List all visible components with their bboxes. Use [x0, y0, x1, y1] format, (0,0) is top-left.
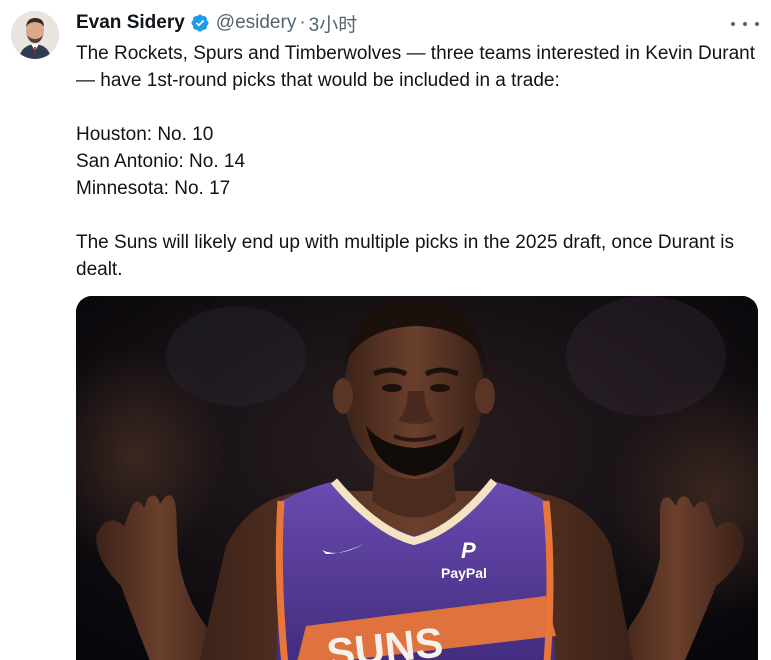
pick-minnesota: Minnesota: No. 17 [76, 178, 231, 199]
tweet-text-intro: The Rockets, Spurs and Timberwolves — th… [76, 43, 756, 91]
display-name[interactable]: Evan Sidery [76, 12, 185, 34]
separator: · [299, 12, 306, 33]
tweet-text: The Rockets, Spurs and Timberwolves — th… [76, 40, 756, 283]
user-handle[interactable]: @esidery [216, 12, 297, 34]
jersey-sponsor: PayPal [441, 565, 487, 581]
tweet: Evan Sidery @esidery · 3小时 The Rockets, … [0, 0, 771, 660]
timestamp[interactable]: 3小时 [309, 10, 358, 37]
svg-text:P: P [461, 538, 476, 563]
pick-san-antonio: San Antonio: No. 14 [76, 151, 246, 172]
tweet-text-closing: The Suns will likely end up with multipl… [76, 232, 734, 280]
pick-houston: Houston: No. 10 [76, 124, 214, 145]
player-photo: P PayPal SUNS [76, 296, 758, 660]
user-avatar [11, 11, 59, 59]
tweet-header: Evan Sidery @esidery · 3小时 [76, 9, 751, 37]
avatar[interactable] [11, 11, 59, 59]
more-options-icon[interactable] [731, 14, 759, 34]
tweet-media-photo[interactable]: P PayPal SUNS [76, 296, 758, 660]
verified-badge-icon [190, 13, 210, 33]
